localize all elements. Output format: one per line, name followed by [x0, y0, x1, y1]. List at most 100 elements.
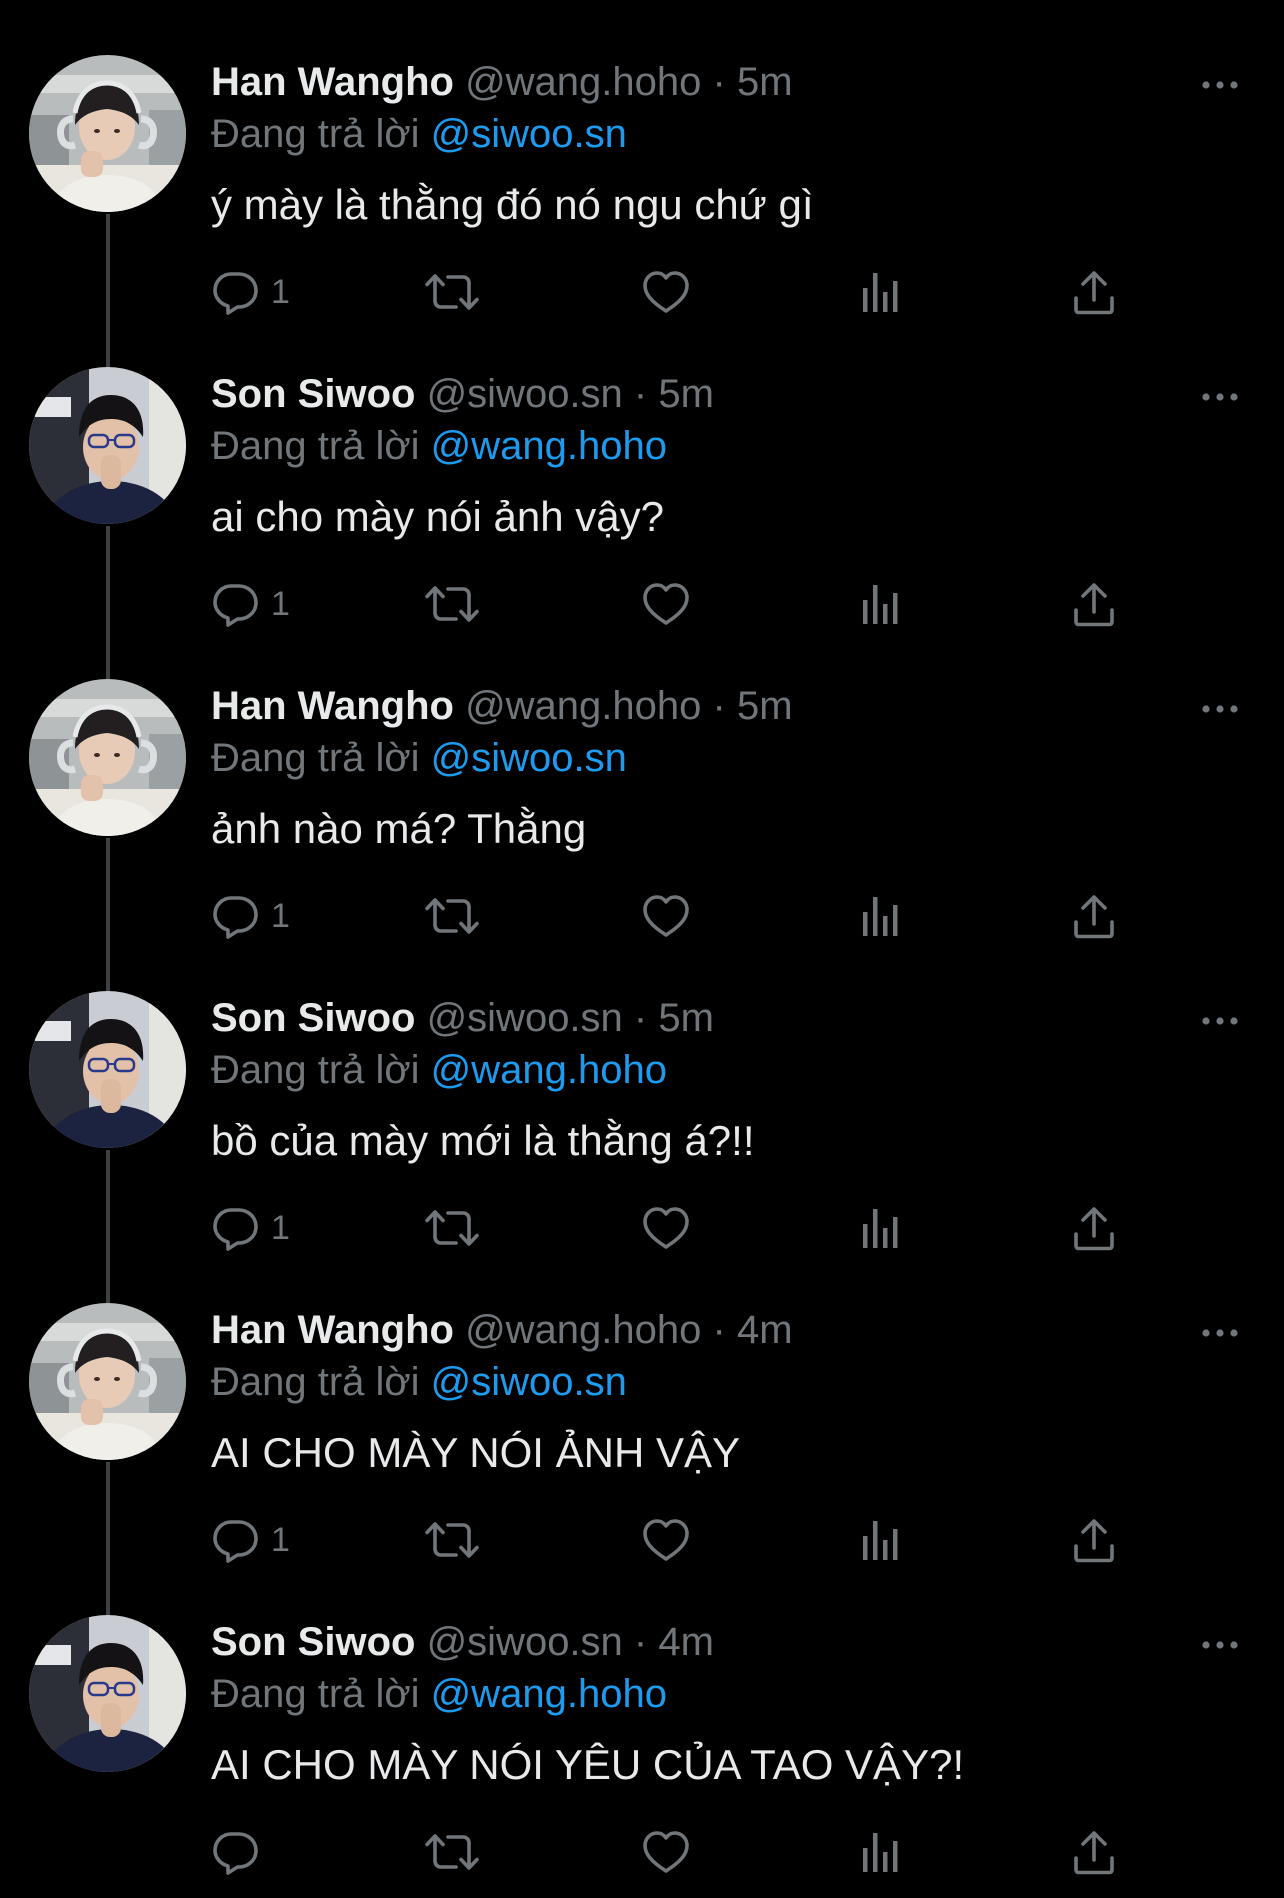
separator-dot: · — [633, 1620, 648, 1664]
avatar-han-wangho[interactable] — [29, 679, 186, 836]
timestamp[interactable]: 5m — [658, 372, 714, 416]
separator-dot: · — [712, 1308, 726, 1352]
author-handle[interactable]: @siwoo.sn — [427, 996, 623, 1040]
reply-count: 1 — [271, 584, 290, 623]
author-name[interactable]: Han Wangho — [211, 684, 454, 728]
retweet-icon — [424, 1204, 480, 1252]
tweet-2[interactable]: Son Siwoo @siwoo.sn · 5m Đang trả lời @w… — [0, 312, 1284, 681]
replying-to-mention[interactable]: @siwoo.sn — [431, 736, 627, 780]
views-button[interactable] — [860, 1822, 902, 1882]
reply-count: 1 — [271, 896, 290, 935]
separator-dot: · — [633, 372, 648, 416]
replying-to-label: Đang trả lời — [211, 1048, 420, 1092]
reply-count: 1 — [271, 272, 290, 311]
timestamp[interactable]: 5m — [658, 996, 714, 1040]
tweet-1[interactable]: Han Wangho @wang.hoho · 5m Đang trả lời … — [0, 0, 1284, 369]
replying-to-mention[interactable]: @wang.hoho — [431, 424, 667, 468]
views-icon — [860, 1828, 902, 1876]
separator-dot: · — [633, 996, 648, 1040]
replying-to-label: Đang trả lời — [211, 424, 420, 468]
more-icon[interactable] — [1200, 1318, 1240, 1348]
more-icon[interactable] — [1200, 382, 1240, 412]
reply-icon — [211, 580, 259, 628]
author-handle[interactable]: @wang.hoho — [465, 684, 701, 728]
replying-to-mention[interactable]: @wang.hoho — [431, 1048, 667, 1092]
replying-to-label: Đang trả lời — [211, 736, 420, 780]
timestamp[interactable]: 4m — [658, 1620, 714, 1664]
heart-icon — [641, 892, 691, 940]
views-icon — [860, 268, 902, 316]
author-handle[interactable]: @siwoo.sn — [427, 372, 623, 416]
tweet-header: Son Siwoo @siwoo.sn · 5m — [211, 992, 714, 1044]
avatar-son-siwoo[interactable] — [29, 367, 186, 524]
timestamp[interactable]: 4m — [737, 1308, 793, 1352]
avatar-son-siwoo[interactable] — [29, 991, 186, 1148]
share-icon — [1072, 1204, 1116, 1252]
retweet-icon — [424, 1828, 480, 1876]
retweet-icon — [424, 892, 480, 940]
share-icon — [1072, 1828, 1116, 1876]
author-name[interactable]: Son Siwoo — [211, 1620, 415, 1664]
tweet-header: Son Siwoo @siwoo.sn · 5m — [211, 368, 714, 420]
tweet-text: bồ của mày mới là thằng á?!! — [211, 1117, 755, 1164]
reply-thread: Han Wangho @wang.hoho · 5m Đang trả lời … — [0, 0, 1284, 1898]
replying-to-mention[interactable]: @wang.hoho — [431, 1672, 667, 1716]
author-handle[interactable]: @wang.hoho — [465, 60, 701, 104]
replying-to-mention[interactable]: @siwoo.sn — [431, 112, 627, 156]
tweet-4[interactable]: Son Siwoo @siwoo.sn · 5m Đang trả lời @w… — [0, 936, 1284, 1305]
retweet-icon — [424, 1516, 480, 1564]
share-icon — [1072, 1516, 1116, 1564]
like-button[interactable] — [641, 1822, 691, 1882]
replying-to-line: Đang trả lời @wang.hoho — [211, 1044, 667, 1096]
timestamp[interactable]: 5m — [737, 684, 793, 728]
author-name[interactable]: Son Siwoo — [211, 372, 415, 416]
heart-icon — [641, 1516, 691, 1564]
avatar-han-wangho[interactable] — [29, 1303, 186, 1460]
more-icon[interactable] — [1200, 1630, 1240, 1660]
heart-icon — [641, 580, 691, 628]
avatar-han-wangho[interactable] — [29, 55, 186, 212]
tweet-header: Han Wangho @wang.hoho · 5m — [211, 680, 793, 732]
replying-to-line: Đang trả lời @siwoo.sn — [211, 732, 627, 784]
views-icon — [860, 1516, 902, 1564]
share-icon — [1072, 580, 1116, 628]
reply-icon — [211, 892, 259, 940]
retweet-icon — [424, 268, 480, 316]
views-icon — [860, 1204, 902, 1252]
views-icon — [860, 580, 902, 628]
replying-to-line: Đang trả lời @siwoo.sn — [211, 1356, 627, 1408]
reply-icon — [211, 1204, 259, 1252]
separator-dot: · — [712, 60, 726, 104]
heart-icon — [641, 1204, 691, 1252]
share-button[interactable] — [1072, 1822, 1116, 1882]
tweet-5[interactable]: Han Wangho @wang.hoho · 4m Đang trả lời … — [0, 1248, 1284, 1617]
more-icon[interactable] — [1200, 70, 1240, 100]
tweet-3[interactable]: Han Wangho @wang.hoho · 5m Đang trả lời … — [0, 624, 1284, 993]
more-icon[interactable] — [1200, 1006, 1240, 1036]
author-name[interactable]: Han Wangho — [211, 1308, 454, 1352]
replying-to-mention[interactable]: @siwoo.sn — [431, 1360, 627, 1404]
more-icon[interactable] — [1200, 694, 1240, 724]
avatar-son-siwoo[interactable] — [29, 1615, 186, 1772]
reply-icon — [211, 1516, 259, 1564]
replying-to-line: Đang trả lời @wang.hoho — [211, 1668, 667, 1720]
reply-count: 1 — [271, 1208, 290, 1247]
tweet-text: ảnh nào má? Thằng — [211, 805, 587, 852]
reply-button[interactable] — [211, 1822, 271, 1882]
share-icon — [1072, 892, 1116, 940]
author-name[interactable]: Son Siwoo — [211, 996, 415, 1040]
share-icon — [1072, 268, 1116, 316]
replying-to-line: Đang trả lời @wang.hoho — [211, 420, 667, 472]
replying-to-label: Đang trả lời — [211, 1672, 420, 1716]
author-handle[interactable]: @wang.hoho — [465, 1308, 701, 1352]
tweet-header: Han Wangho @wang.hoho · 4m — [211, 1304, 793, 1356]
author-handle[interactable]: @siwoo.sn — [427, 1620, 623, 1664]
tweet-header: Son Siwoo @siwoo.sn · 4m — [211, 1616, 714, 1668]
tweet-6[interactable]: Son Siwoo @siwoo.sn · 4m Đang trả lời @w… — [0, 1560, 1284, 1875]
tweet-header: Han Wangho @wang.hoho · 5m — [211, 56, 793, 108]
timestamp[interactable]: 5m — [737, 60, 793, 104]
retweet-button[interactable] — [424, 1822, 480, 1882]
author-name[interactable]: Han Wangho — [211, 60, 454, 104]
tweet-text: AI CHO MÀY NÓI ẢNH VẬY — [211, 1429, 740, 1476]
replying-to-label: Đang trả lời — [211, 1360, 420, 1404]
